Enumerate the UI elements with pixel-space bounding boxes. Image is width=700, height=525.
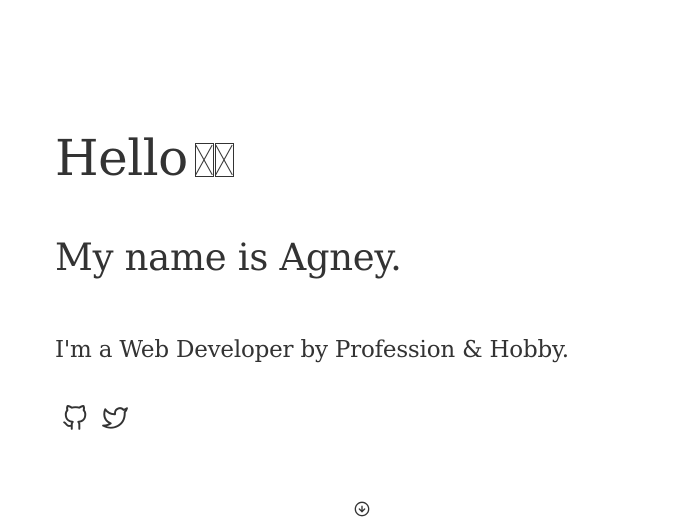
twitter-icon (102, 407, 128, 429)
scroll-down-button[interactable] (354, 501, 370, 517)
github-icon (63, 405, 87, 430)
tagline: I'm a Web Developer by Profession & Hobb… (55, 337, 569, 363)
greeting-heading: Hello (55, 126, 234, 190)
arrow-down-circle-icon (354, 501, 370, 517)
twitter-link[interactable] (101, 403, 129, 433)
social-links (61, 403, 129, 433)
name-heading: My name is Agney. (55, 236, 402, 279)
greeting-text: Hello (55, 129, 188, 187)
wave-emoji (194, 129, 234, 187)
github-link[interactable] (61, 403, 89, 433)
